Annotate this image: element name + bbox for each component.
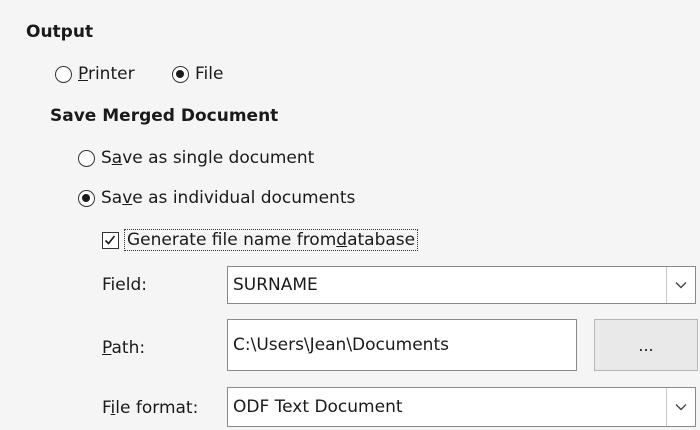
single-document-radio-option[interactable]: Save as single document — [78, 148, 314, 168]
field-dropdown-button[interactable] — [666, 267, 695, 303]
individual-documents-radio-option[interactable]: Save as individual documents — [78, 188, 355, 208]
field-value: SURNAME — [233, 275, 318, 295]
file-format-label: File format: — [102, 398, 199, 418]
generate-filename-checkbox[interactable] — [102, 231, 119, 249]
printer-radio[interactable] — [55, 65, 72, 83]
file-format-value: ODF Text Document — [233, 397, 403, 417]
path-value: C:\Users\Jean\Documents — [233, 335, 449, 355]
individual-documents-label: Save as individual documents — [101, 188, 356, 208]
checkmark-icon — [104, 235, 116, 245]
field-label: Field: — [102, 275, 147, 295]
file-radio[interactable] — [172, 65, 189, 83]
generate-filename-checkbox-option[interactable]: Generate file name from d atabase — [102, 229, 419, 251]
chevron-down-icon — [675, 404, 687, 411]
printer-radio-option[interactable]: Printer — [55, 64, 135, 84]
single-document-radio[interactable] — [78, 149, 95, 167]
file-label: File — [195, 64, 224, 84]
file-radio-option[interactable]: File — [172, 64, 223, 84]
output-heading: Output — [26, 22, 94, 42]
individual-documents-radio[interactable] — [78, 189, 95, 207]
field-dropdown[interactable]: SURNAME — [227, 266, 696, 304]
save-merged-heading: Save Merged Document — [50, 106, 279, 126]
file-format-dropdown[interactable]: ODF Text Document — [227, 387, 696, 427]
path-label: Path: — [102, 338, 146, 358]
file-format-dropdown-button[interactable] — [666, 388, 695, 426]
printer-label: Printer — [78, 64, 135, 84]
browse-button[interactable]: ... — [594, 319, 698, 371]
single-document-label: Save as single document — [101, 148, 315, 168]
chevron-down-icon — [675, 282, 687, 289]
generate-filename-label: Generate file name from d atabase — [124, 229, 419, 251]
path-input[interactable]: C:\Users\Jean\Documents — [227, 319, 577, 371]
